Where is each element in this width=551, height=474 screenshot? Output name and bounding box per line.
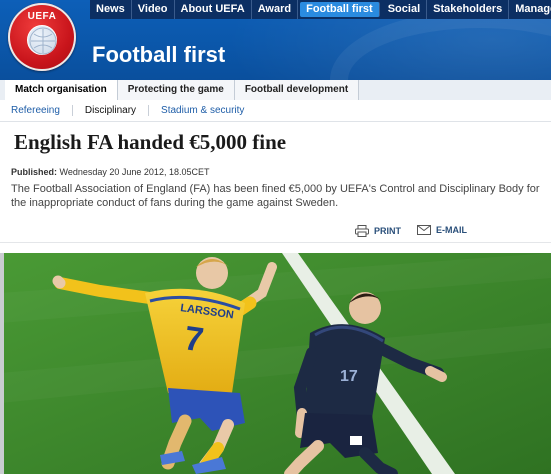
topnav-item-about-uefa[interactable]: About UEFA: [175, 0, 252, 19]
match-photo-illustration: LARSSON 7 17: [0, 253, 551, 474]
print-label: PRINT: [374, 226, 401, 236]
article-photo: LARSSON 7 17: [0, 253, 551, 474]
logo-text: UEFA: [27, 11, 57, 22]
topnav-item-award[interactable]: Award: [252, 0, 299, 19]
topnav-item-news[interactable]: News: [90, 0, 132, 19]
printer-icon: [355, 225, 369, 237]
player-right-number: 17: [340, 368, 358, 385]
published-value: Wednesday 20 June 2012, 18.05CET: [59, 167, 210, 177]
email-label: E-MAIL: [436, 225, 467, 235]
tab-football-development[interactable]: Football development: [234, 80, 360, 100]
article-lead: The Football Association of England (FA)…: [11, 183, 540, 209]
print-button[interactable]: PRINT: [355, 225, 401, 237]
uefa-logo[interactable]: UEFA: [8, 3, 76, 71]
logo-ball-icon: [27, 25, 57, 55]
link-disciplinary[interactable]: Disciplinary: [85, 105, 150, 116]
link-stadium-security[interactable]: Stadium & security: [161, 105, 256, 116]
section-title: Football first: [92, 42, 226, 67]
topnav-item-stakeholders[interactable]: Stakeholders: [427, 0, 510, 19]
site-header: UEFA News Video About UEFA Award Footbal…: [0, 0, 551, 80]
envelope-icon: [417, 225, 431, 235]
top-navigation: News Video About UEFA Award Football fir…: [90, 0, 551, 19]
article-headline: English FA handed €5,000 fine: [14, 130, 287, 154]
article-actions: PRINT E-MAIL: [0, 221, 551, 243]
topnav-item-social[interactable]: Social: [382, 0, 428, 19]
topnav-item-management[interactable]: Management: [509, 0, 551, 19]
tab-match-organisation[interactable]: Match organisation: [5, 80, 118, 100]
link-refereeing[interactable]: Refereeing: [11, 105, 73, 116]
photo-border: [0, 253, 4, 474]
topnav-item-video[interactable]: Video: [132, 0, 175, 19]
published-label: Published:: [11, 167, 58, 177]
published-date: Published: Wednesday 20 June 2012, 18.05…: [11, 167, 209, 177]
subnav-tabs: Match organisation Protecting the game F…: [5, 80, 360, 100]
topnav-item-football-first[interactable]: Football first: [300, 2, 380, 17]
tab-protecting-the-game[interactable]: Protecting the game: [117, 80, 235, 100]
email-button[interactable]: E-MAIL: [417, 225, 467, 235]
subnav-bar: Match organisation Protecting the game F…: [0, 80, 551, 100]
tertiary-nav: Refereeing Disciplinary Stadium & securi…: [0, 100, 551, 122]
